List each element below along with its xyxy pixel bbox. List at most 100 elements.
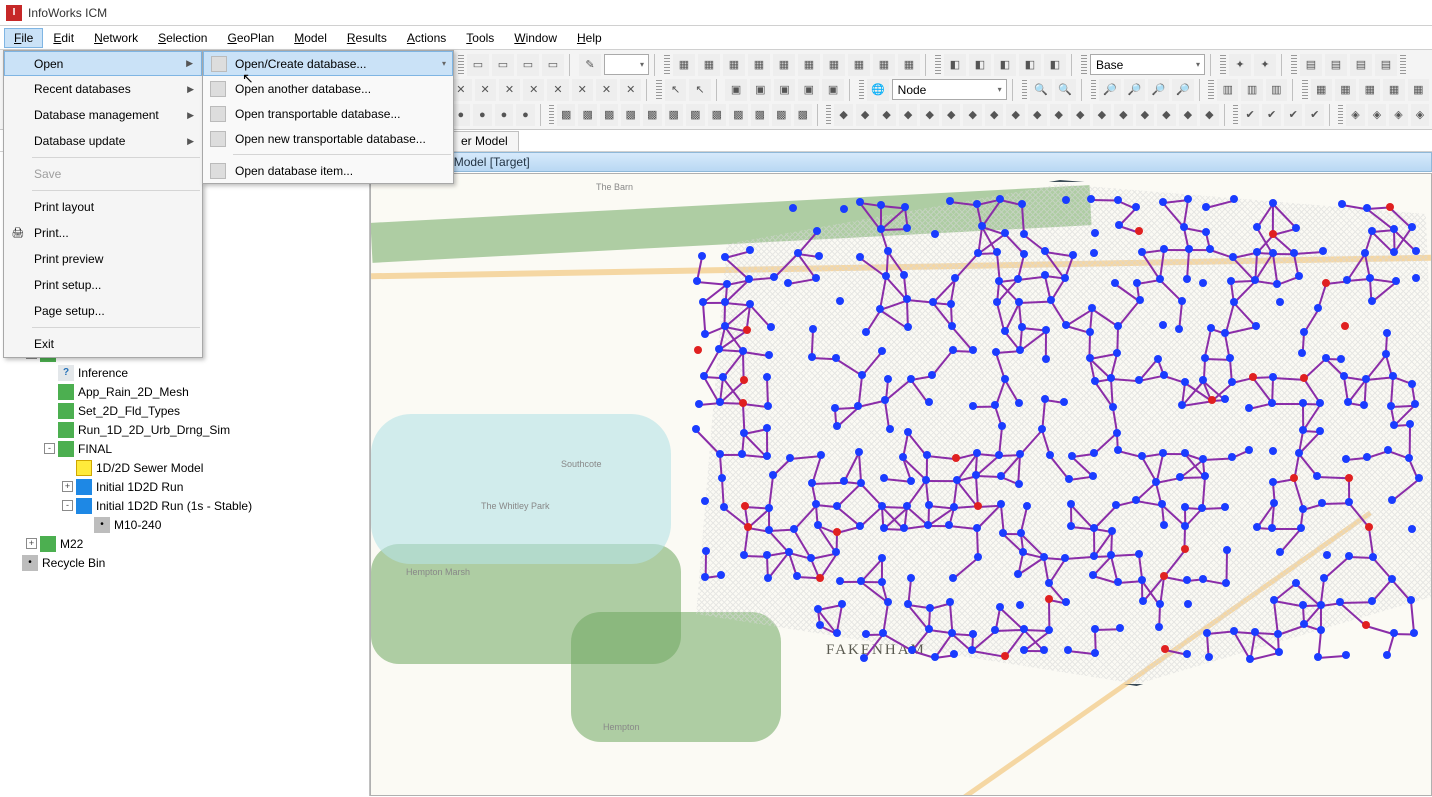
toolbar-grip[interactable] bbox=[1400, 55, 1406, 75]
layer-tool-icon[interactable]: ◧ bbox=[969, 54, 991, 76]
tree-item[interactable]: •Recycle Bin bbox=[0, 553, 369, 572]
manhole-node[interactable] bbox=[832, 354, 840, 362]
layer-dropdown[interactable]: Base bbox=[1090, 54, 1205, 75]
manhole-node[interactable] bbox=[763, 452, 771, 460]
toolbar-grip[interactable] bbox=[1233, 105, 1238, 125]
toolbar-grip[interactable] bbox=[458, 55, 464, 75]
color-dropdown[interactable] bbox=[604, 54, 649, 75]
tool-icon[interactable]: ▦ bbox=[898, 54, 920, 76]
check-icon[interactable]: ✔ bbox=[1305, 104, 1324, 126]
manhole-node[interactable] bbox=[929, 298, 937, 306]
manhole-node[interactable] bbox=[858, 371, 866, 379]
manhole-node[interactable] bbox=[1269, 249, 1277, 257]
manhole-node[interactable] bbox=[946, 598, 954, 606]
manhole-node[interactable] bbox=[794, 249, 802, 257]
manhole-node[interactable] bbox=[1342, 651, 1350, 659]
sim-tool-icon[interactable]: ▩ bbox=[708, 104, 727, 126]
manhole-node[interactable] bbox=[808, 353, 816, 361]
manhole-node[interactable] bbox=[1275, 648, 1283, 656]
menu-selection[interactable]: Selection bbox=[148, 28, 217, 48]
manhole-node[interactable] bbox=[1229, 253, 1237, 261]
paste-special-icon[interactable]: ▭ bbox=[542, 54, 564, 76]
manhole-node[interactable] bbox=[840, 477, 848, 485]
manhole-node[interactable] bbox=[1116, 624, 1124, 632]
manhole-node[interactable] bbox=[739, 399, 747, 407]
manhole-node[interactable] bbox=[1087, 195, 1095, 203]
pointer-icon[interactable]: ↖ bbox=[665, 79, 686, 101]
manhole-node[interactable] bbox=[1338, 200, 1346, 208]
manhole-node[interactable] bbox=[877, 201, 885, 209]
manhole-node[interactable] bbox=[1246, 655, 1254, 663]
manhole-node[interactable] bbox=[790, 525, 798, 533]
manhole-node[interactable] bbox=[925, 501, 933, 509]
analysis-icon[interactable]: ◆ bbox=[1071, 104, 1090, 126]
manhole-node[interactable] bbox=[1061, 554, 1069, 562]
menu-window[interactable]: Window bbox=[504, 28, 567, 48]
manhole-node[interactable] bbox=[1345, 474, 1353, 482]
open-menu-item[interactable]: Open/Create database...▾ bbox=[203, 51, 453, 76]
manhole-node[interactable] bbox=[1198, 504, 1206, 512]
manhole-node[interactable] bbox=[1221, 503, 1229, 511]
analysis-icon[interactable]: ◆ bbox=[1136, 104, 1155, 126]
file-menu-item[interactable]: Recent databases▶ bbox=[4, 76, 202, 102]
manhole-node[interactable] bbox=[1001, 375, 1009, 383]
manhole-node[interactable] bbox=[763, 424, 771, 432]
manhole-node[interactable] bbox=[740, 429, 748, 437]
manhole-node[interactable] bbox=[1020, 230, 1028, 238]
lasso-icon[interactable]: ↖ bbox=[689, 79, 710, 101]
grid-icon[interactable]: ▦ bbox=[1335, 79, 1356, 101]
manhole-node[interactable] bbox=[1337, 355, 1345, 363]
manhole-node[interactable] bbox=[908, 646, 916, 654]
expand-icon[interactable]: + bbox=[62, 481, 73, 492]
view-icon[interactable]: ▥ bbox=[1266, 79, 1287, 101]
manhole-node[interactable] bbox=[1090, 552, 1098, 560]
sim-tool-icon[interactable]: ▩ bbox=[772, 104, 791, 126]
manhole-node[interactable] bbox=[1365, 523, 1373, 531]
manhole-node[interactable] bbox=[878, 578, 886, 586]
manhole-node[interactable] bbox=[1208, 396, 1216, 404]
manhole-node[interactable] bbox=[1362, 621, 1370, 629]
file-menu-item[interactable]: Print preview bbox=[4, 246, 202, 272]
check-icon[interactable]: ✔ bbox=[1241, 104, 1260, 126]
manhole-node[interactable] bbox=[1041, 247, 1049, 255]
extra-icon[interactable]: ◈ bbox=[1346, 104, 1365, 126]
manhole-node[interactable] bbox=[1045, 579, 1053, 587]
collapse-icon[interactable]: - bbox=[44, 443, 55, 454]
manhole-node[interactable] bbox=[1199, 575, 1207, 583]
manhole-node[interactable] bbox=[1183, 650, 1191, 658]
manhole-node[interactable] bbox=[1135, 550, 1143, 558]
manhole-node[interactable] bbox=[701, 330, 709, 338]
open-menu-item[interactable]: Open transportable database... bbox=[203, 101, 453, 126]
tree-item[interactable]: +Initial 1D2D Run bbox=[0, 477, 369, 496]
file-menu-item[interactable]: Database management▶ bbox=[4, 102, 202, 128]
manhole-node[interactable] bbox=[877, 225, 885, 233]
manhole-node[interactable] bbox=[925, 625, 933, 633]
manhole-node[interactable] bbox=[948, 629, 956, 637]
sim-tool-icon[interactable]: ▩ bbox=[621, 104, 640, 126]
tool-icon[interactable]: ▦ bbox=[773, 54, 795, 76]
layer-tool-icon[interactable]: ◧ bbox=[1044, 54, 1066, 76]
manhole-node[interactable] bbox=[860, 654, 868, 662]
manhole-node[interactable] bbox=[693, 277, 701, 285]
manhole-node[interactable] bbox=[1015, 480, 1023, 488]
manhole-node[interactable] bbox=[1343, 276, 1351, 284]
copy-icon[interactable]: ▭ bbox=[492, 54, 514, 76]
playback-icon[interactable]: ● bbox=[516, 104, 535, 126]
find-icon[interactable]: 🔍 bbox=[1030, 79, 1051, 101]
manhole-node[interactable] bbox=[1415, 474, 1423, 482]
manhole-node[interactable] bbox=[1199, 455, 1207, 463]
toolbar-grip[interactable] bbox=[1022, 80, 1028, 100]
analysis-icon[interactable]: ◆ bbox=[1114, 104, 1133, 126]
manhole-node[interactable] bbox=[1069, 251, 1077, 259]
manhole-node[interactable] bbox=[1390, 629, 1398, 637]
manhole-node[interactable] bbox=[816, 574, 824, 582]
file-menu-item[interactable]: Page setup... bbox=[4, 298, 202, 324]
menu-actions[interactable]: Actions bbox=[397, 28, 456, 48]
manhole-node[interactable] bbox=[769, 471, 777, 479]
manhole-node[interactable] bbox=[1020, 646, 1028, 654]
menu-tools[interactable]: Tools bbox=[456, 28, 504, 48]
manhole-node[interactable] bbox=[833, 629, 841, 637]
manhole-node[interactable] bbox=[1253, 248, 1261, 256]
manhole-node[interactable] bbox=[997, 500, 1005, 508]
tree-item[interactable]: ?Inference bbox=[0, 363, 369, 382]
